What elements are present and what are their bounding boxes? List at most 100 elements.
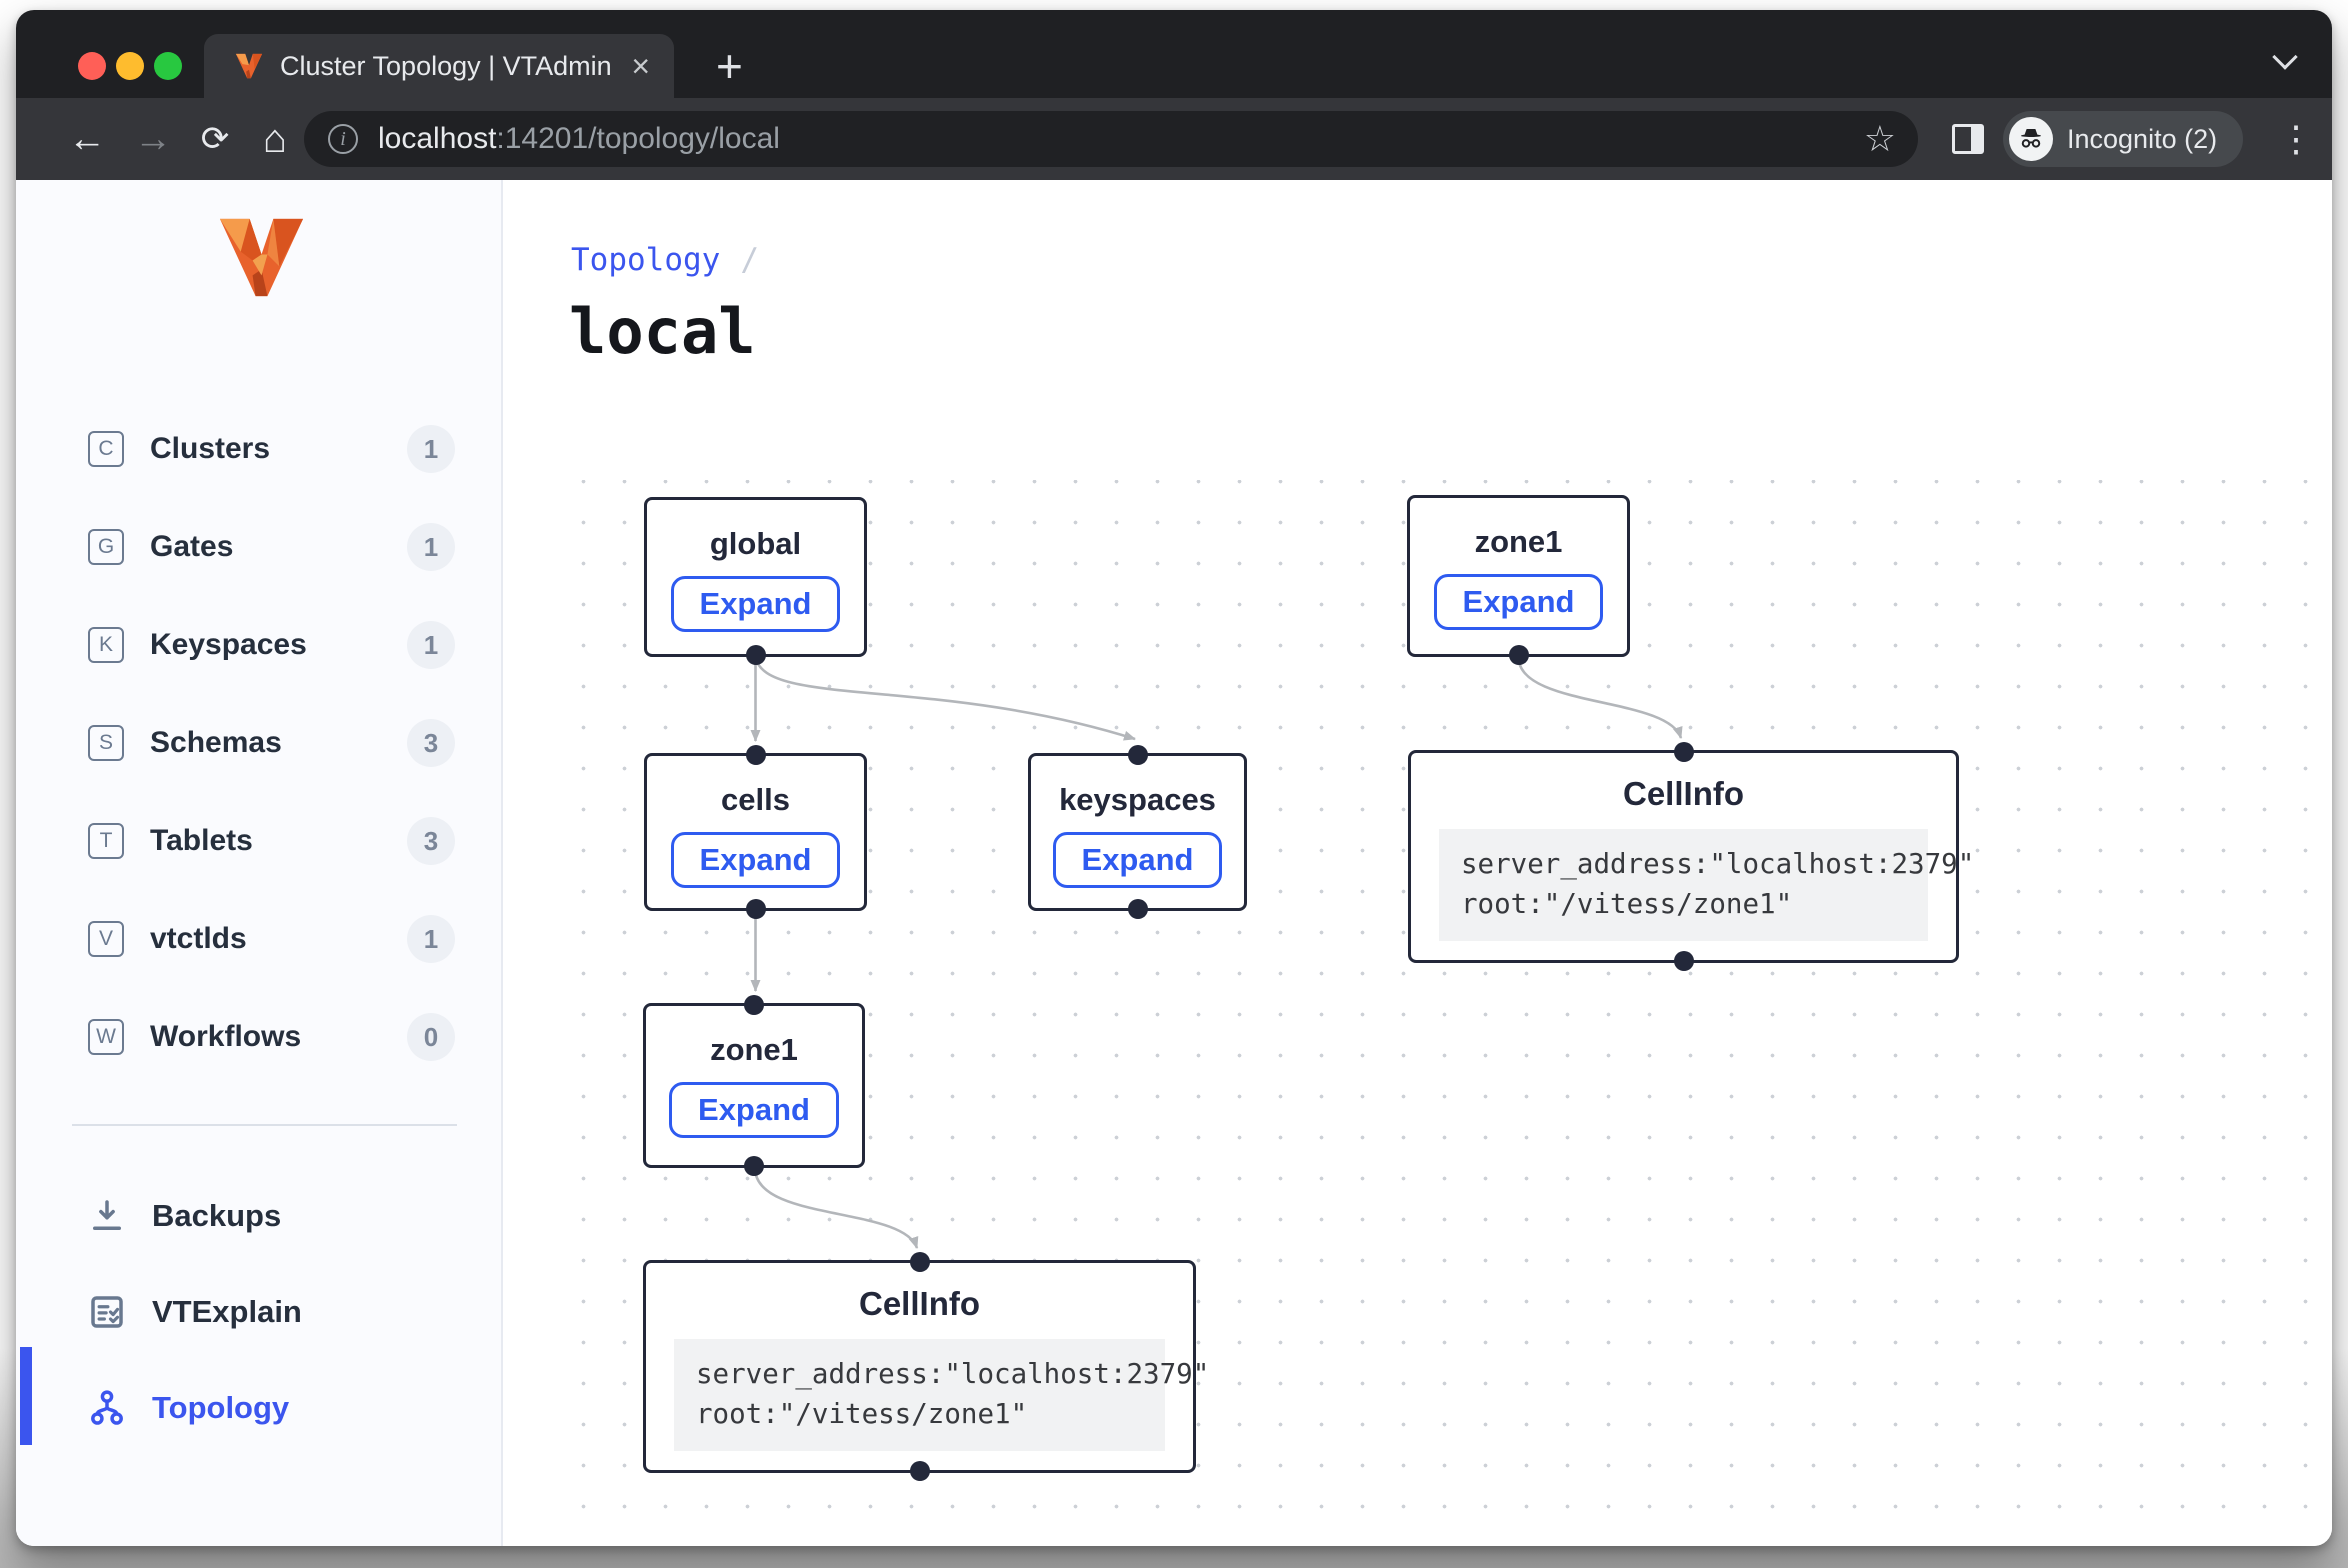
browser-window: Cluster Topology | VTAdmin × + ← → ⟳ ⌂ i… [16,10,2332,1546]
back-button[interactable]: ← [64,98,110,180]
node-zone1-left: zone1 Expand [643,1003,865,1168]
workflows-icon: W [88,1019,124,1055]
incognito-label: Incognito (2) [2067,124,2217,155]
expand-button-zone1-left[interactable]: Expand [669,1082,839,1138]
site-info-icon[interactable]: i [328,124,358,154]
cellinfo-code: server_address:"localhost:2379" root:"/v… [1439,829,1928,941]
keyspaces-icon: K [88,627,124,663]
tab-close-icon[interactable]: × [631,50,650,82]
connection-handle [1674,742,1694,762]
sidebar-item-label: Schemas [150,726,282,760]
count-badge: 0 [407,1013,455,1061]
sidebar: C Clusters 1 G Gates 1 K Keyspaces 1 S S… [16,180,503,1546]
clusters-icon: C [88,431,124,467]
page-content: C Clusters 1 G Gates 1 K Keyspaces 1 S S… [16,180,2332,1546]
connection-handle [910,1252,930,1272]
sidebar-divider [72,1124,457,1126]
node-title: zone1 [710,1032,798,1068]
node-global: global Expand [644,497,867,657]
topology-diagram: global Expand zone1 Expand cells Expand [505,180,2332,1546]
forward-button[interactable]: → [130,98,176,180]
node-cellinfo-right: CellInfo server_address:"localhost:2379"… [1408,750,1959,963]
active-indicator [20,1347,32,1445]
browser-tab[interactable]: Cluster Topology | VTAdmin × [204,34,674,98]
sidebar-item-gates[interactable]: G Gates 1 [16,498,501,596]
count-badge: 3 [407,719,455,767]
sidebar-link-backups[interactable]: Backups [16,1168,501,1264]
zoom-window-button[interactable] [154,52,182,80]
vitess-logo [214,210,309,305]
reload-button[interactable]: ⟳ [192,98,238,180]
cellinfo-code: server_address:"localhost:2379" root:"/v… [674,1339,1165,1451]
chevron-down-icon[interactable] [2272,44,2297,69]
sidebar-item-schemas[interactable]: S Schemas 3 [16,694,501,792]
expand-button-cells[interactable]: Expand [671,832,841,888]
tab-strip: Cluster Topology | VTAdmin × + [16,10,2332,98]
sidebar-item-label: Workflows [150,1020,301,1054]
node-cells: cells Expand [644,753,867,911]
tablets-icon: T [88,823,124,859]
home-button[interactable]: ⌂ [252,98,298,180]
connection-handle [744,995,764,1015]
sidebar-link-vtexplain[interactable]: VTExplain [16,1264,501,1360]
schemas-icon: S [88,725,124,761]
sidebar-item-label: vtctlds [150,922,247,956]
count-badge: 1 [407,523,455,571]
connection-handle [1509,645,1529,665]
node-cellinfo-bottom: CellInfo server_address:"localhost:2379"… [643,1260,1196,1473]
count-badge: 1 [407,915,455,963]
incognito-badge[interactable]: Incognito (2) [2003,111,2243,167]
count-badge: 1 [407,425,455,473]
sidebar-item-clusters[interactable]: C Clusters 1 [16,400,501,498]
bookmark-star-icon[interactable]: ☆ [1864,118,1896,160]
sidebar-link-label: Backups [152,1198,281,1234]
count-badge: 3 [407,817,455,865]
sidebar-item-label: Tablets [150,824,253,858]
connection-handle [1128,899,1148,919]
sidebar-item-keyspaces[interactable]: K Keyspaces 1 [16,596,501,694]
sidebar-item-label: Clusters [150,432,270,466]
sidebar-item-tablets[interactable]: T Tablets 3 [16,792,501,890]
expand-button-keyspaces[interactable]: Expand [1053,832,1223,888]
connection-handle [910,1461,930,1481]
url-bar[interactable]: i localhost:14201/topology/local ☆ [304,111,1918,167]
node-title: CellInfo [1623,775,1744,813]
node-title: global [710,526,801,562]
sidebar-link-label: VTExplain [152,1294,302,1330]
browser-toolbar: ← → ⟳ ⌂ i localhost:14201/topology/local… [16,98,2332,180]
connection-handle [746,645,766,665]
sidebar-item-label: Keyspaces [150,628,307,662]
sidebar-item-label: Gates [150,530,233,564]
vtctlds-icon: V [88,921,124,957]
minimize-window-button[interactable] [116,52,144,80]
new-tab-button[interactable]: + [716,36,743,96]
side-panel-icon[interactable] [1952,124,1984,154]
vitess-favicon [234,51,264,81]
node-zone1-right: zone1 Expand [1407,495,1630,657]
connection-handle [746,899,766,919]
connection-handle [744,1156,764,1176]
node-title: CellInfo [859,1285,980,1323]
expand-button-zone1-right[interactable]: Expand [1434,574,1604,630]
connection-handle [1128,745,1148,765]
connection-handle [1674,951,1694,971]
sidebar-link-topology[interactable]: Topology [16,1360,501,1456]
incognito-icon [2009,117,2053,161]
document-check-icon [86,1291,128,1333]
sidebar-item-vtctlds[interactable]: V vtctlds 1 [16,890,501,988]
node-keyspaces: keyspaces Expand [1028,753,1247,911]
expand-button-global[interactable]: Expand [671,576,841,632]
sidebar-item-workflows[interactable]: W Workflows 0 [16,988,501,1086]
node-title: keyspaces [1059,782,1216,818]
count-badge: 1 [407,621,455,669]
node-title: zone1 [1475,524,1563,560]
sidebar-link-label: Topology [152,1390,289,1426]
download-icon [86,1195,128,1237]
connection-handle [746,745,766,765]
main-panel: Topology/ local [505,180,2332,1546]
browser-menu-icon[interactable]: ⋮ [2278,98,2314,180]
node-title: cells [721,782,790,818]
topology-graph-icon [86,1387,128,1429]
close-window-button[interactable] [78,52,106,80]
gates-icon: G [88,529,124,565]
